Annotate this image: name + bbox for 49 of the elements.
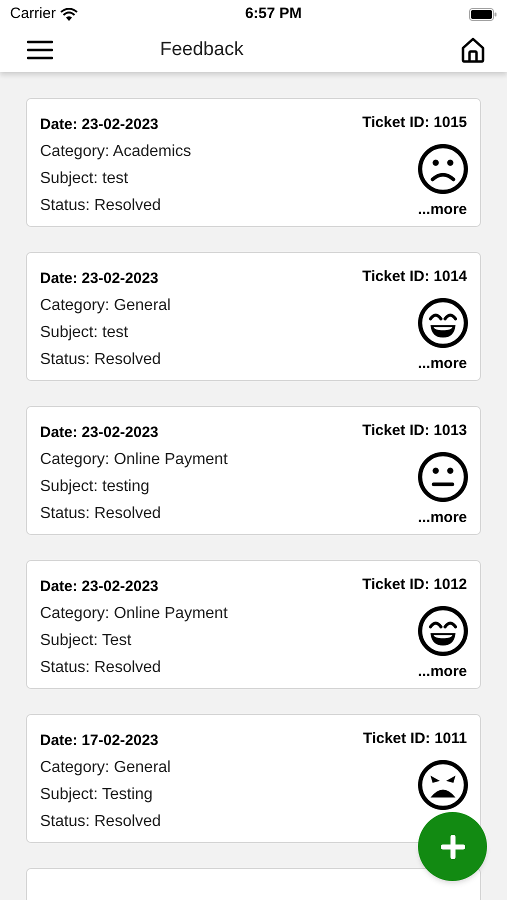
wifi-icon [60,8,78,20]
ticket-card[interactable]: Date: 23-02-2023 Category: General Subject: test Status: Resolved Ticket ID: 1014 ...more [26,252,481,381]
ticket-category: Category: General [40,296,171,316]
more-link[interactable]: ...more [418,660,467,683]
ticket-status: Status: Resolved [40,504,162,524]
sad-face-icon [417,142,469,194]
ticket-subject: Subject: testing [40,477,150,497]
ticket-subject: Subject: test [40,323,130,343]
more-link[interactable]: ...more [418,352,467,375]
ticket-category: Category: Online Payment [40,604,228,624]
ticket-card[interactable]: Date: 23-02-2023 Category: Academics Subject: test Status: Resolved Ticket ID: 1015 ...more [26,98,481,227]
ticket-date: Date: 23-02-2023 [40,269,160,289]
ticket-category: Category: Online Payment [40,450,228,470]
ticket-date: Date: 17-02-2023 [40,731,160,751]
menu-icon [27,40,53,60]
ticket-subject: Subject: Testing [40,785,154,805]
ticket-date: Date: 23-02-2023 [40,423,160,443]
ticket-subject: Subject: test [40,169,130,189]
home-icon [461,37,485,63]
home-button[interactable] [460,36,486,64]
more-link[interactable]: ...more [418,506,467,529]
menu-button[interactable] [27,39,53,61]
ticket-subject: Subject: Test [40,631,132,651]
angry-face-icon [417,758,469,810]
plus-icon [440,834,464,858]
ticket-card[interactable]: Date: 23-02-2023 Category: Online Payment Subject: testing Status: Resolved Ticket ID: 1013 ...more [26,406,481,535]
ticket-status: Status: Resolved [40,196,162,216]
ticket-category: Category: Academics [40,142,192,162]
ticket-id: Ticket ID: 1015 [362,113,467,133]
page-title: Feedback [160,38,244,62]
ticket-date: Date: 23-02-2023 [40,577,160,597]
ticket-date: Date: 23-02-2023 [40,115,160,135]
ticket-id: Ticket ID: 1013 [362,421,467,441]
ticket-id: Ticket ID: 1012 [362,575,467,595]
ticket-category: Category: General [40,758,171,778]
ticket-status: Status: Resolved [40,812,162,832]
ticket-card[interactable]: Date: 17-02-2023 Category: General Subject: Testing Status: Resolved Ticket ID: 1011 [26,714,481,843]
ticket-status: Status: Resolved [40,350,162,370]
battery-icon [468,8,497,20]
grinning-face-icon [417,604,469,656]
ticket-id: Ticket ID: 1011 [363,729,467,749]
clock-time: 6:57 PM [245,4,302,24]
neutral-face-icon [417,450,469,502]
more-link[interactable]: ...more [418,198,467,221]
ticket-status: Status: Resolved [40,658,162,678]
ticket-card[interactable]: Date: 23-02-2023 Category: Online Payment Subject: Test Status: Resolved Ticket ID: 1012 ...more [26,560,481,689]
ticket-id: Ticket ID: 1014 [362,267,467,287]
carrier-label: Carrier [10,4,56,24]
grinning-face-icon [417,296,469,348]
